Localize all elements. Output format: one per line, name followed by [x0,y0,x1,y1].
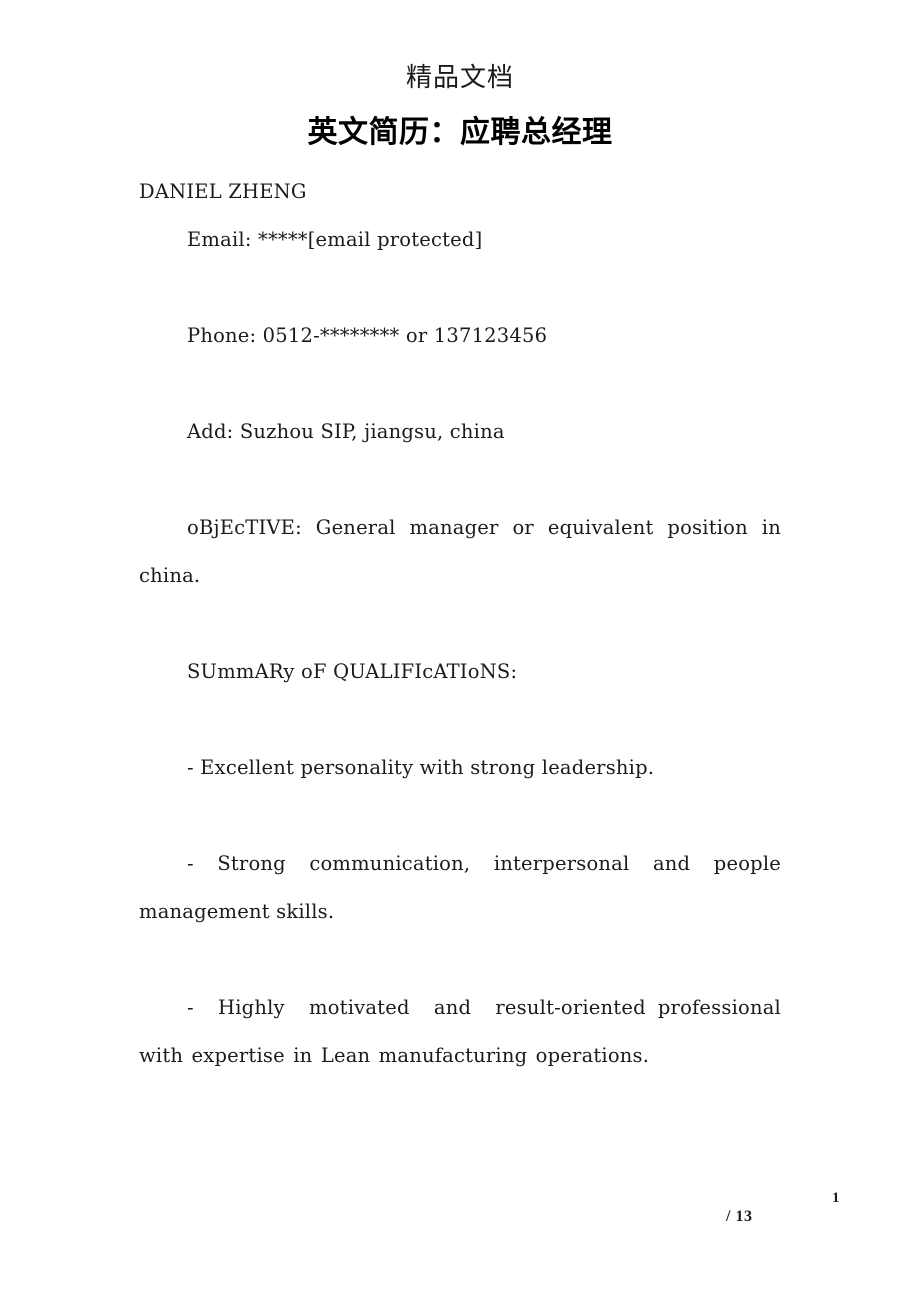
qualification-bullet-1: - Excellent personality with strong lead… [187,756,655,779]
page-footer: 1 / 13 [0,1170,920,1260]
qualification-bullet-3: - Highly motivated and result-oriented p… [139,996,790,1067]
contact-address-line: Add: Suzhou SIP, jiangsu, china [187,420,505,443]
footer-page-total: / 13 [726,1208,753,1225]
qualifications-heading: SUmmARy oF QUALIFIcATIoNS: [187,660,518,683]
objective-paragraph: oBjEcTIVE: General manager or equivalent… [139,516,788,587]
page-title: 英文简历：应聘总经理 [307,116,613,149]
document-page: 精品文档 英文简历：应聘总经理 DANIEL ZHENG Email: ****… [0,0,920,1302]
contact-email-line: Email: *****[email protected] [187,228,483,251]
document-watermark-header: 精品文档 [405,63,514,92]
resume-body: DANIEL ZHENG Email: *****[email protecte… [139,168,781,1080]
candidate-name: DANIEL ZHENG [139,180,307,203]
footer-page-number: 1 [832,1190,840,1206]
qualification-bullet-2: - Strong communication, interpersonal an… [139,852,788,923]
contact-phone-line: Phone: 0512-******** or 137123456 [187,324,548,347]
